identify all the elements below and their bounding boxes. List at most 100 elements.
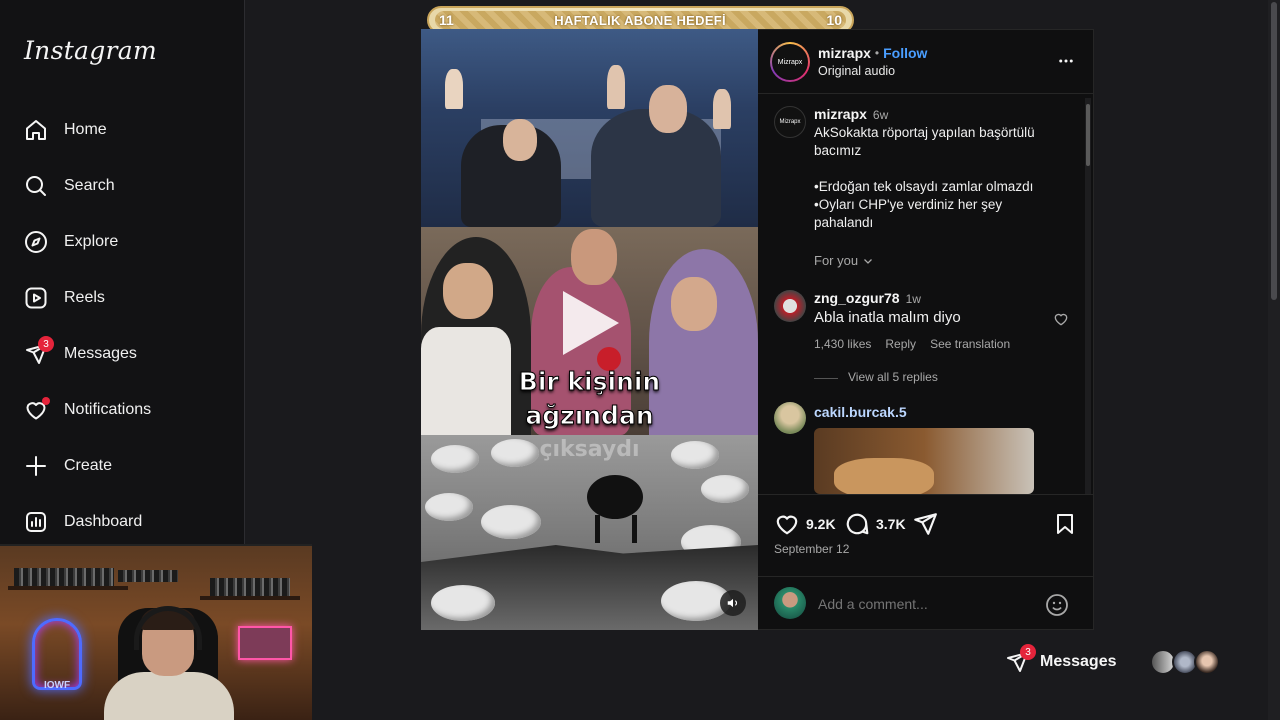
man-face: [571, 229, 617, 285]
post-header: Mizrapx mizrapx • Follow Original audio: [758, 30, 1093, 94]
caption-time: 6w: [872, 108, 889, 122]
sidebar-item-notifications[interactable]: Notifications: [22, 390, 232, 430]
current-user-avatar[interactable]: [774, 587, 806, 619]
sidebar-item-home[interactable]: Home: [22, 110, 232, 150]
messages-pill[interactable]: 3 Messages: [998, 640, 1228, 684]
shelf: [200, 596, 300, 600]
plus-icon: [22, 452, 50, 480]
more-options-button[interactable]: [1057, 52, 1075, 75]
comment-username[interactable]: zng_ozgur78: [814, 290, 900, 306]
reels-icon: [22, 284, 50, 312]
raised-hand: [607, 65, 625, 109]
like-comment-button[interactable]: [1053, 311, 1069, 332]
sidebar-item-messages[interactable]: 3 Messages: [22, 334, 232, 374]
compass-icon: [22, 228, 50, 256]
save-button[interactable]: [1053, 511, 1077, 542]
post-actions: 9.2K 3.7K September 12: [758, 494, 1093, 576]
heart-icon: [22, 396, 50, 424]
comment-time: 1w: [905, 292, 921, 306]
sidebar-item-label: Reels: [64, 289, 105, 306]
sidebar-item-dashboard[interactable]: Dashboard: [22, 502, 232, 542]
send-icon: 3: [1004, 644, 1036, 675]
sidebar-item-label: Search: [64, 177, 115, 194]
caption-line: •Erdoğan tek olsaydı zamlar olmazdı: [814, 179, 1034, 194]
woman-face: [671, 277, 717, 331]
bookmark-icon: [1057, 514, 1073, 534]
separator-dot: •: [874, 46, 880, 60]
page-scrollbar[interactable]: [1268, 0, 1280, 720]
for-you-label: For you: [814, 253, 859, 268]
sheep: [701, 475, 749, 503]
home-icon: [22, 116, 50, 144]
share-button[interactable]: [912, 511, 938, 542]
sidebar-item-label: Messages: [64, 345, 137, 362]
dog-shape: [834, 458, 934, 494]
comment-likes[interactable]: 1,430 likes: [814, 337, 871, 351]
sheep: [481, 505, 541, 539]
notification-dot: [42, 397, 50, 405]
comments-scroll-area[interactable]: Mizrapx mizrapx 6w AkSokakta röportaj ya…: [758, 94, 1093, 494]
raised-hand: [445, 69, 463, 109]
sidebar-item-label: Explore: [64, 233, 119, 250]
sidebar-item-label: Notifications: [64, 401, 152, 418]
comment-image[interactable]: [814, 428, 1034, 494]
person-face: [503, 119, 537, 161]
comment-count: 3.7K: [876, 516, 906, 532]
streamer-body: [104, 672, 234, 720]
chevron-down-icon: [864, 258, 873, 264]
sheep: [431, 585, 495, 621]
emoji-button[interactable]: [1045, 593, 1069, 622]
comment-button[interactable]: 3.7K: [844, 511, 906, 537]
post-date: September 12: [774, 542, 850, 556]
for-you-toggle[interactable]: For you: [814, 253, 874, 268]
heart-icon: [776, 515, 798, 535]
bookshelf: [118, 570, 178, 582]
video-frame-top: [421, 29, 758, 227]
view-replies-link[interactable]: View all 5 replies: [848, 370, 938, 384]
author-avatar-text: Mizrapx: [772, 44, 808, 80]
add-comment-bar: [758, 576, 1093, 631]
play-icon[interactable]: [563, 291, 619, 355]
search-icon: [22, 172, 50, 200]
like-button[interactable]: 9.2K: [774, 511, 836, 537]
sheep: [425, 493, 473, 521]
sidebar-item-explore[interactable]: Explore: [22, 222, 232, 262]
add-comment-input[interactable]: [818, 591, 1038, 617]
audio-label[interactable]: Original audio: [818, 64, 895, 78]
send-icon: 3: [22, 336, 54, 368]
see-translation-link[interactable]: See translation: [930, 337, 1010, 351]
caption-author[interactable]: mizrapx: [814, 106, 867, 122]
dashboard-icon: [22, 508, 50, 536]
author-username[interactable]: mizrapx: [818, 45, 871, 61]
comment-username[interactable]: cakil.burcak.5: [814, 404, 907, 420]
heart-icon: [1054, 313, 1068, 326]
author-avatar[interactable]: Mizrapx: [770, 42, 810, 82]
panel-scroll-thumb[interactable]: [1086, 104, 1090, 166]
sidebar-item-create[interactable]: Create: [22, 446, 232, 486]
follow-button[interactable]: Follow: [883, 45, 927, 61]
send-icon: [914, 513, 937, 535]
shelf: [8, 586, 128, 590]
panel-scrollbar[interactable]: [1085, 98, 1091, 494]
webcam-overlay: IOWF: [0, 544, 312, 720]
raised-hand: [713, 89, 731, 129]
reply-button[interactable]: Reply: [885, 337, 916, 351]
caption-line: bacımız: [814, 143, 862, 158]
caption-author-avatar[interactable]: Mizrapx: [774, 106, 806, 138]
sidebar-item-search[interactable]: Search: [22, 166, 232, 206]
sidebar-item-label: Home: [64, 121, 107, 138]
video-caption-line2: ağzından: [525, 401, 654, 431]
neon-frame: [238, 626, 292, 660]
video-caption-line1: Bir kişinin: [518, 367, 661, 397]
post-details-panel: Mizrapx mizrapx • Follow Original audio …: [758, 29, 1094, 630]
mute-button[interactable]: [720, 590, 746, 616]
comment-text: Abla inatla malım diyo: [814, 309, 961, 326]
reel-video[interactable]: Bir kişinin ağzından çıksaydı: [421, 29, 758, 630]
commenter-avatar[interactable]: [774, 402, 806, 434]
caption-line: pahalandı: [814, 215, 874, 230]
instagram-logo[interactable]: Instagram: [24, 36, 157, 65]
woman-face: [443, 263, 493, 319]
sidebar-item-reels[interactable]: Reels: [22, 278, 232, 318]
commenter-avatar[interactable]: [774, 290, 806, 322]
page-scroll-thumb[interactable]: [1271, 2, 1277, 300]
